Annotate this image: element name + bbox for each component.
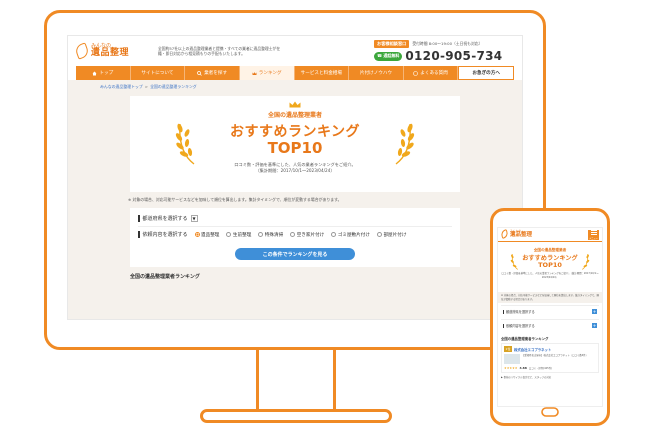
hero-title: おすすめランキング (229, 124, 361, 140)
main-content: みんなの遺品整理トップ > 全国の遺品整理ランキング 全国の遺品整理業者 おすす… (68, 80, 522, 319)
header-contact: お客様相談窓口 受付時間 8:00〜19:00（土日祝も対応） ☎ 通話無料 0… (374, 40, 514, 62)
service-label: 依頼内容を選択する (142, 232, 188, 238)
radio-trash-house[interactable]: ゴミ屋敷片付け (331, 232, 370, 238)
nav-item-top[interactable]: トップ (76, 66, 131, 80)
nav-item-search[interactable]: 業者を探す (185, 66, 240, 80)
menu-icon (590, 229, 597, 231)
site-logo[interactable]: みんなの 遺品整理 (73, 42, 144, 60)
radio-estate-cleanup[interactable]: 遺品整理 (194, 232, 219, 238)
ranking-card[interactable]: 1位 株式会社エコプラネット 【愛知県名古屋市】株式会社エコプラネット（口コミ数… (501, 343, 599, 374)
radio-vacant-house[interactable]: 空き家片付け (290, 232, 324, 238)
ranking-section-title: 全国の遺品整理業者ランキング (130, 274, 200, 280)
hero-top10: TOP10 (267, 139, 323, 157)
header-description: 全国約57社以上の遺品整理業者と提携・すべての業者に遺品整理士が在籍・即日対応か… (158, 45, 281, 57)
phone-number[interactable]: 0120-905-734 (405, 50, 502, 62)
search-icon (197, 70, 202, 76)
breadcrumb-separator: > (144, 84, 149, 89)
nav-item-knowhow[interactable]: 片付けノウハウ (349, 66, 404, 80)
company-description: 【愛知県名古屋市】株式会社エコプラネット（口コミ数4件） (522, 354, 589, 358)
hamburger-menu-button[interactable]: メニュー (588, 229, 599, 240)
contact-badge: お客様相談窓口 (374, 40, 410, 48)
rank-badge: 1位 (504, 346, 512, 353)
site-header: みんなの 遺品整理 全国約57社以上の遺品整理業者と提携・すべての業者に遺品整理… (68, 36, 522, 66)
mobile-logo[interactable]: みんなの 遺品整理 (499, 229, 532, 240)
nav-item-services[interactable]: サービスと料金相場 (295, 66, 350, 80)
ranking-hero: 全国の遺品整理業者 おすすめランキング TOP10 口コミ数・評価を基準にした、… (130, 96, 460, 192)
mobile-footer-text: ▶ 事前のリサイクル査定など、スタッフの対応 (501, 376, 552, 380)
breadcrumb-home[interactable]: みんなの遺品整理トップ (100, 84, 143, 89)
mobile-header: みんなの 遺品整理 メニュー (498, 228, 602, 242)
radio-pre-death-cleanup[interactable]: 生前整理 (226, 232, 251, 238)
mobile-prefecture-filter[interactable]: 都道府県を選択する + (501, 305, 599, 318)
crown-icon (289, 101, 301, 108)
home-button-icon (541, 407, 559, 417)
nav-item-ranking[interactable]: ランキング (239, 66, 295, 80)
laurel-right-icon (395, 123, 415, 165)
monitor-stand-base (200, 409, 392, 423)
breadcrumb: みんなの遺品整理トップ > 全国の遺品整理ランキング (68, 80, 522, 96)
desktop-monitor: みんなの 遺品整理 全国約57社以上の遺品整理業者と提携・すべての業者に遺品整理… (44, 10, 546, 350)
filter-panel: 都道府県を選択する ▼ 依頼内容を選択する 遺品整理 生前整理 特殊清掃 空き家… (130, 208, 460, 267)
prefecture-filter[interactable]: 都道府県を選択する ▼ (138, 213, 452, 227)
review-count-link[interactable]: 口コミ・評判(425件) (529, 366, 552, 370)
hero-subtitle: 全国の遺品整理業者 (267, 112, 322, 119)
home-icon (92, 71, 97, 75)
leaf-icon (499, 229, 510, 240)
free-call-badge: ☎ 通話無料 (374, 51, 403, 61)
radio-special-cleaning[interactable]: 特殊清掃 (258, 232, 283, 238)
mobile-phone: みんなの 遺品整理 メニュー 全国の遺品整理業者 おすすめランキング TOP10… (490, 208, 610, 426)
device-mockup: みんなの 遺品整理 全国約57社以上の遺品整理業者と提携・すべての業者に遺品整理… (0, 0, 650, 434)
nav-urgent-button[interactable]: お急ぎの方へ (458, 66, 514, 80)
mobile-hero-top10: TOP10 (538, 261, 562, 269)
mobile-section-title: 全国の遺品整理業者ランキング (501, 337, 549, 342)
hero-description: 口コミ数・評価を基準にした、人気の業者ランキングをご紹介。 （集計期間：2017… (234, 162, 356, 174)
plus-icon[interactable]: + (592, 323, 597, 329)
view-ranking-button[interactable]: この条件でランキングを見る (235, 248, 355, 260)
desktop-screen: みんなの 遺品整理 全国約57社以上の遺品整理業者と提携・すべての業者に遺品整理… (67, 35, 523, 320)
question-icon (413, 70, 419, 76)
prefecture-label: 都道府県を選択する (142, 216, 188, 222)
rating-score: 4.88 (519, 366, 527, 371)
star-rating-icon: ★★★★★ (504, 366, 518, 371)
crown-icon (252, 71, 257, 75)
nav-item-about[interactable]: サイトについて (131, 66, 186, 80)
laurel-left-icon (510, 254, 518, 270)
laurel-right-icon (582, 254, 590, 270)
plus-icon[interactable]: + (592, 309, 597, 315)
logo-large-text: 遺品整理 (91, 48, 130, 58)
mobile-ranking-note: ※ 対象の場合、対応可能サービスなどを加味して順位を算出します。集計タイミングで… (498, 292, 602, 304)
monitor-stand-neck (256, 350, 336, 412)
contact-hours: 受付時間 8:00〜19:00（土日祝も対応） (412, 41, 483, 46)
company-thumbnail (504, 354, 520, 365)
rating: ★★★★★ 4.88 口コミ・評判(425件) (504, 366, 596, 370)
leaf-icon (73, 42, 91, 60)
radio-room-cleanup[interactable]: 部屋片付け (376, 232, 406, 238)
mobile-service-filter[interactable]: 依頼内容を選択する + (501, 319, 599, 332)
service-filter: 依頼内容を選択する 遺品整理 生前整理 特殊清掃 空き家片付け ゴミ屋敷片付け … (138, 227, 452, 242)
laurel-left-icon (175, 123, 195, 165)
company-name-link[interactable]: 株式会社エコプラネット (514, 347, 551, 352)
nav-item-faq[interactable]: よくある質問 (404, 66, 459, 80)
global-nav: トップ サイトについて 業者を探す ランキング サービスと料金相場 片付けノウハ… (76, 66, 514, 80)
mobile-ranking-hero: 全国の遺品整理業者 おすすめランキング TOP10 口コミ数・評価を基準にした、… (498, 242, 602, 292)
breadcrumb-current[interactable]: 全国の遺品整理ランキング (150, 84, 197, 89)
chevron-down-icon[interactable]: ▼ (190, 215, 198, 222)
mobile-screen: みんなの 遺品整理 メニュー 全国の遺品整理業者 おすすめランキング TOP10… (497, 227, 603, 407)
ranking-note: ※ 対象の場合、対応可能サービスなどを加味して順位を算出します。集計タイミングで… (128, 197, 342, 202)
